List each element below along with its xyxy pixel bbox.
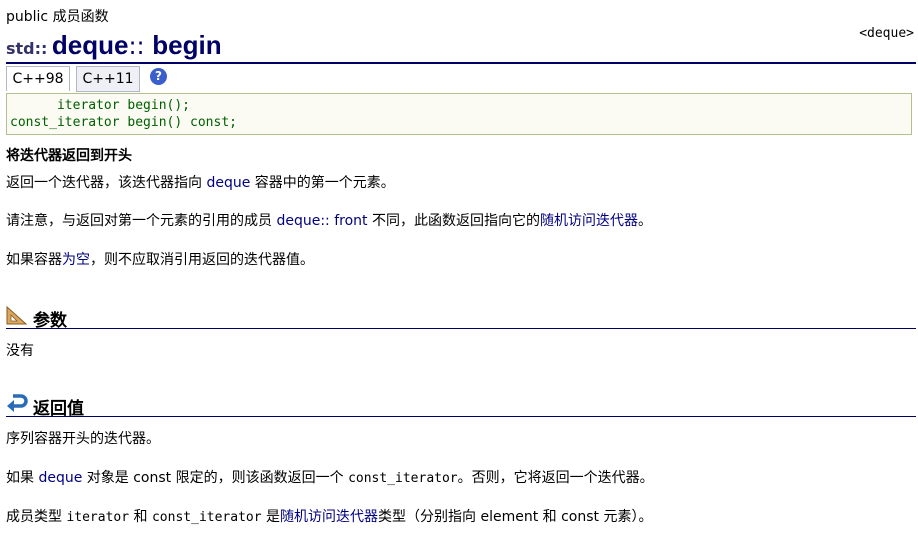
tab-cpp98[interactable]: C++98 <box>6 66 70 91</box>
text: 返回一个迭代器，该迭代器指向 <box>6 175 207 191</box>
text: 和 <box>129 509 152 525</box>
prototype-line: const_iterator begin() const; <box>10 115 237 130</box>
text: 。 <box>637 213 652 229</box>
text: 成员类型 <box>6 509 67 525</box>
description-paragraph: 请注意，与返回对第一个元素的引用的成员 deque:: front 不同，此函数… <box>6 210 652 230</box>
text: 如果 <box>6 470 39 486</box>
code-term: iterator <box>66 510 130 525</box>
page-title: std:: deque:: begin <box>6 30 222 61</box>
empty-link[interactable]: 为空 <box>62 252 90 268</box>
section-title: 返回值 <box>33 399 84 419</box>
header-tag[interactable]: <deque> <box>859 26 914 41</box>
parameters-text: 没有 <box>6 343 34 359</box>
code-term: const_iterator <box>348 471 458 486</box>
prototype-line: iterator begin(); <box>10 98 191 113</box>
text: 。否则，它将返回一个迭代器。 <box>457 470 654 486</box>
code-term: const_iterator <box>151 510 262 525</box>
return-paragraph: 如果 deque 对象是 const 限定的，则该函数返回一个 const_it… <box>6 467 654 487</box>
text: 不同，此函数返回指向它的 <box>367 213 540 229</box>
text: 容器中的第一个元素。 <box>250 175 395 191</box>
random-access-iterator-link[interactable]: 随机访问迭代器 <box>540 213 638 229</box>
random-access-iterator-link[interactable]: 随机访问迭代器 <box>280 509 378 525</box>
return-text: 序列容器开头的迭代器。 <box>6 431 160 447</box>
help-icon[interactable]: ? <box>150 68 167 85</box>
section-title: 参数 <box>33 311 67 331</box>
text: 请注意，与返回对第一个元素的引用的成员 <box>6 213 277 229</box>
return-paragraph: 成员类型 iterator 和 const_iterator 是随机访问迭代器类… <box>6 506 652 526</box>
text: 类型（分别指向 element 和 const 元素）。 <box>378 509 653 525</box>
text: 对象是 const 限定的，则该函数返回一个 <box>82 470 349 486</box>
prototype-box: iterator begin(); const_iterator begin()… <box>6 93 912 135</box>
title-class: deque <box>51 30 129 60</box>
tab-cpp11[interactable]: C++11 <box>76 66 140 92</box>
title-member: begin <box>152 30 222 60</box>
deque-front-link[interactable]: deque:: front <box>276 213 367 229</box>
return-arrow-icon <box>7 394 28 412</box>
deque-link[interactable]: deque <box>38 470 82 486</box>
member-kind: public 成员函数 <box>6 9 109 25</box>
function-summary: 将迭代器返回到开头 <box>6 148 132 164</box>
ruler-icon <box>6 305 28 325</box>
text: 是 <box>261 509 281 525</box>
title-separator: :: <box>128 32 153 60</box>
section-return-value: 返回值 <box>6 392 916 419</box>
title-divider <box>6 62 916 64</box>
title-namespace: std:: <box>6 39 48 58</box>
description-paragraph: 如果容器为空，则不应取消引用返回的迭代器值。 <box>6 249 314 269</box>
deque-link[interactable]: deque <box>206 175 250 191</box>
text: 如果容器 <box>6 252 62 268</box>
text: ，则不应取消引用返回的迭代器值。 <box>90 252 314 268</box>
section-parameters: 参数 <box>6 304 916 331</box>
description-paragraph: 返回一个迭代器，该迭代器指向 deque 容器中的第一个元素。 <box>6 172 395 192</box>
